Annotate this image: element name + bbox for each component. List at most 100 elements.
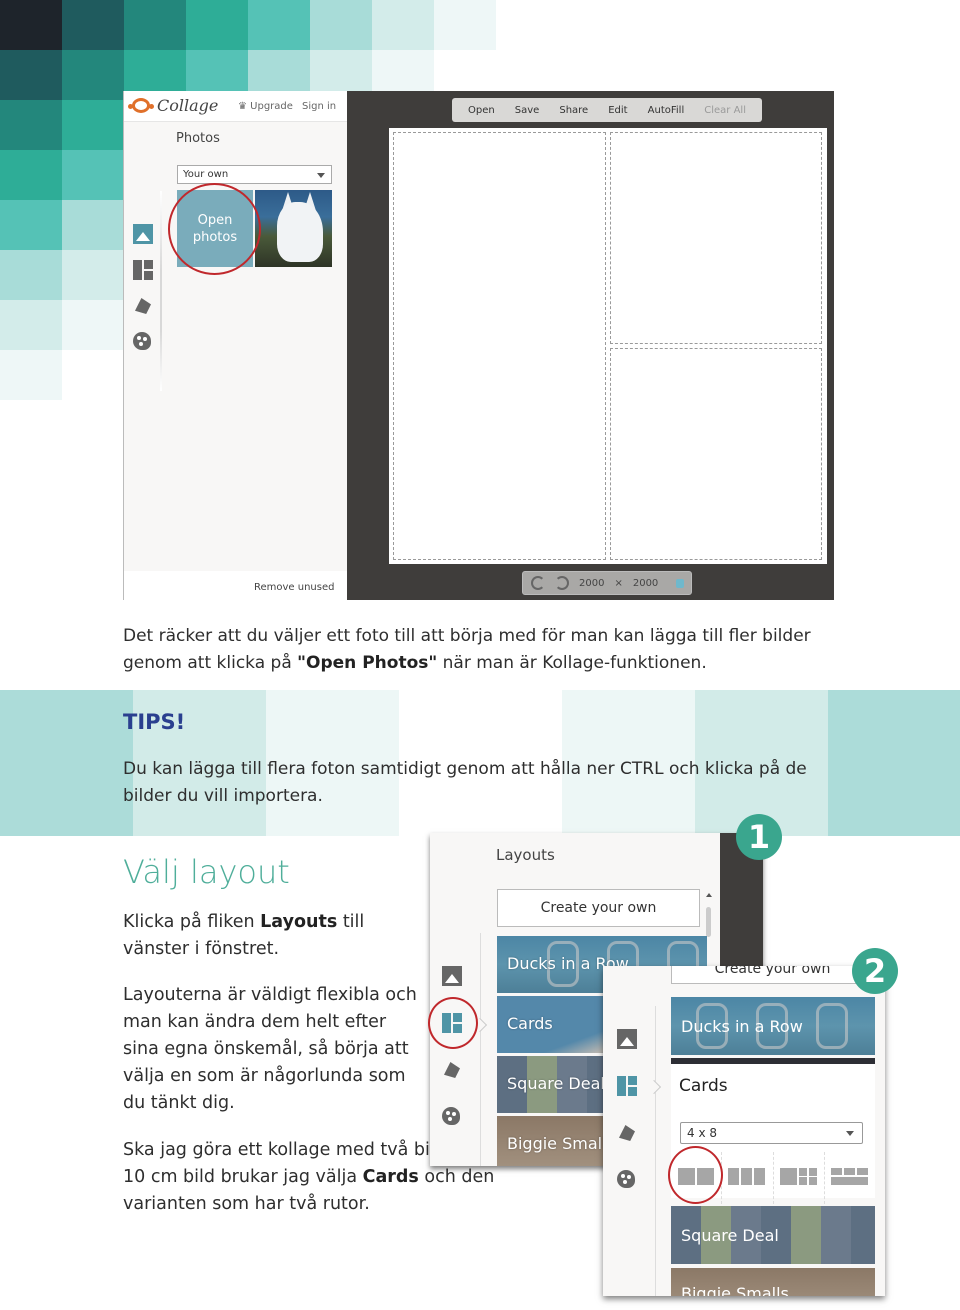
highlight-circle — [668, 1146, 723, 1204]
photo-source-value: Your own — [183, 169, 229, 180]
save-button[interactable]: Save — [515, 105, 540, 116]
edit-button[interactable]: Edit — [608, 105, 627, 116]
mosaic-tile — [0, 0, 62, 50]
layout-square-deal[interactable]: Square Deal — [671, 1206, 875, 1264]
layout-biggie-smalls[interactable]: Biggie Smalls — [671, 1268, 875, 1296]
layouts-instruction: Klicka på fliken Layouts till vänster i … — [123, 909, 423, 963]
p3-bold: Cards — [362, 1167, 419, 1187]
layout-label: Biggie Smalls — [681, 1284, 789, 1296]
tips-text: Du kan lägga till flera foton samtidigt … — [123, 759, 807, 806]
monkey-logo-icon — [128, 98, 154, 113]
mosaic-tile — [0, 250, 62, 300]
upgrade-link[interactable]: ♛ Upgrade — [238, 101, 293, 112]
scroll-up-icon[interactable] — [706, 893, 712, 897]
layout-label: Cards — [507, 1014, 553, 1033]
layouts-flexible-paragraph: Layouterna är väldigt flexibla och man k… — [123, 985, 417, 1113]
mosaic-tile — [62, 300, 124, 350]
clear-all-button[interactable]: Clear All — [704, 105, 746, 116]
mosaic-tile — [124, 0, 186, 50]
side-tab-bar — [442, 966, 462, 1152]
stickers-icon[interactable] — [442, 1060, 462, 1080]
mosaic-tile — [0, 300, 62, 350]
card-size-select[interactable]: 4 x 8 — [680, 1122, 863, 1144]
sign-in-link[interactable]: Sign in — [302, 101, 336, 112]
mosaic-tile — [0, 200, 62, 250]
chevron-down-icon — [317, 173, 325, 178]
photo-thumbnail-dog[interactable] — [255, 190, 332, 267]
palette-icon[interactable] — [442, 1107, 460, 1125]
palette-icon[interactable] — [133, 332, 151, 350]
intro-bold: "Open Photos" — [297, 653, 438, 673]
autofill-button[interactable]: AutoFill — [648, 105, 685, 116]
photos-icon[interactable] — [617, 1029, 637, 1049]
canvas-width-value[interactable]: 2000 — [579, 578, 604, 589]
mosaic-tile — [186, 0, 248, 50]
layouts-icon[interactable] — [133, 260, 153, 280]
app-header: Collage ♛ Upgrade Sign in — [124, 91, 347, 122]
mosaic-tile — [62, 200, 124, 250]
scroll-thumb[interactable] — [706, 907, 711, 937]
step-badge-1: 1 — [736, 814, 782, 860]
layout-label: Square Deal — [681, 1226, 779, 1245]
mosaic-tile — [372, 0, 434, 50]
side-tab-bar — [133, 224, 153, 366]
redo-icon[interactable] — [555, 576, 569, 590]
active-tab-pointer — [646, 1079, 662, 1095]
photos-icon[interactable] — [442, 966, 462, 986]
collage-cell[interactable] — [610, 348, 822, 560]
top-toolbar: Open Save Share Edit AutoFill Clear All — [452, 98, 762, 122]
stickers-icon[interactable] — [617, 1123, 637, 1143]
layouts-icon[interactable] — [617, 1076, 637, 1096]
mosaic-tile — [62, 0, 124, 50]
canvas-area: Open Save Share Edit AutoFill Clear All … — [347, 91, 834, 600]
mosaic-tile — [310, 0, 372, 50]
create-your-own-button[interactable]: Create your own — [671, 966, 874, 984]
mosaic-tile — [0, 150, 62, 200]
size-separator: × — [614, 577, 623, 589]
intro-paragraph: Det räcker att du väljer ett foto till a… — [123, 623, 863, 677]
variant-three-boxes[interactable] — [722, 1152, 774, 1204]
create-your-own-button[interactable]: Create your own — [497, 889, 700, 927]
mosaic-tile — [434, 0, 496, 50]
section-heading: Välj layout — [123, 853, 290, 891]
remove-unused-button[interactable]: Remove unused — [254, 582, 334, 593]
collage-logo[interactable]: Collage — [128, 96, 218, 115]
layout-label: Square Deal — [507, 1074, 605, 1093]
photos-icon[interactable] — [133, 224, 153, 244]
collage-app-screenshot: Collage ♛ Upgrade Sign in Photos Your ow… — [123, 91, 834, 600]
layouts-title: Layouts — [496, 846, 555, 864]
stickers-icon[interactable] — [133, 296, 153, 316]
layout-label: Ducks in a Row — [681, 1017, 803, 1036]
tips-heading: TIPS! — [123, 710, 186, 734]
mosaic-tile — [0, 350, 62, 400]
p1-text: Klicka på fliken — [123, 912, 261, 932]
panel-title: Photos — [176, 131, 220, 146]
lock-icon[interactable] — [676, 578, 685, 588]
variant-one-plus-four[interactable] — [774, 1152, 825, 1204]
sidebar-divider — [480, 933, 481, 1166]
intro-text-end: när man är Kollage-funktionen. — [437, 653, 707, 673]
open-button[interactable]: Open — [468, 105, 495, 116]
palette-icon[interactable] — [617, 1170, 635, 1188]
variant-three-over-one[interactable] — [825, 1152, 875, 1204]
mosaic-tile — [248, 0, 310, 50]
highlight-circle — [428, 997, 478, 1049]
share-button[interactable]: Share — [559, 105, 588, 116]
sidebar-divider — [655, 1006, 656, 1296]
step-badge-2: 2 — [852, 948, 898, 994]
collage-cell[interactable] — [610, 132, 822, 344]
photo-source-select[interactable]: Your own — [177, 165, 332, 184]
p1-bold: Layouts — [260, 912, 338, 932]
layout-ducks-in-a-row[interactable]: Ducks in a Row — [671, 997, 875, 1055]
collage-canvas — [389, 128, 827, 564]
upgrade-label: Upgrade — [250, 101, 293, 112]
side-tab-bar — [617, 1029, 637, 1215]
mosaic-tile — [62, 100, 124, 150]
undo-icon[interactable] — [531, 576, 545, 590]
collage-cell[interactable] — [393, 132, 606, 560]
highlight-circle — [168, 183, 261, 275]
photos-sidebar: Collage ♛ Upgrade Sign in Photos Your ow… — [124, 91, 347, 600]
mosaic-tile — [62, 250, 124, 300]
canvas-height-value[interactable]: 2000 — [633, 578, 658, 589]
sidebar-divider — [160, 191, 162, 391]
